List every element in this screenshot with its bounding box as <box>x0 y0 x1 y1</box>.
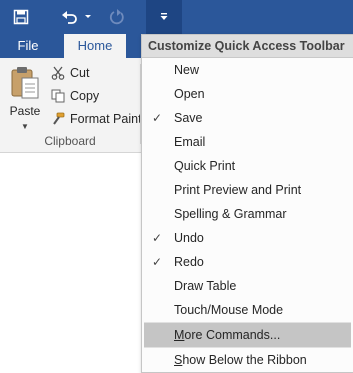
menu-item-label: Draw Table <box>174 279 237 293</box>
menu-item-show-below-ribbon[interactable]: Show Below the Ribbon <box>142 348 353 372</box>
check-icon: ✓ <box>152 255 163 269</box>
redo-icon <box>108 8 126 26</box>
menu-item-more-commands[interactable]: More Commands... <box>144 323 351 347</box>
undo-button[interactable] <box>58 0 82 34</box>
save-button[interactable] <box>6 0 36 34</box>
menu-item-accelerator: M <box>174 328 185 342</box>
copy-icon <box>50 88 66 104</box>
customize-qat-menu: Customize Quick Access Toolbar New Open … <box>141 34 353 373</box>
save-icon <box>13 9 29 25</box>
menu-item-label: Quick Print <box>174 159 236 173</box>
menu-item-label: Save <box>174 111 203 125</box>
menu-item-undo[interactable]: ✓ Undo <box>142 226 353 250</box>
menu-item-label: Spelling & Grammar <box>174 207 287 221</box>
menu-item-quick-print[interactable]: Quick Print <box>142 154 353 178</box>
menu-item-spelling-grammar[interactable]: Spelling & Grammar <box>142 202 353 226</box>
menu-item-new[interactable]: New <box>142 58 353 82</box>
customize-qat-icon <box>159 12 169 22</box>
cut-label: Cut <box>70 66 90 80</box>
chevron-down-icon[interactable]: ▼ <box>6 122 44 131</box>
menu-header: Customize Quick Access Toolbar <box>142 35 353 58</box>
menu-item-label: how Below the Ribbon <box>182 353 307 367</box>
copy-button[interactable]: Copy <box>50 85 99 107</box>
undo-dropdown-button[interactable] <box>82 0 94 34</box>
menu-item-print-preview[interactable]: Print Preview and Print <box>142 178 353 202</box>
title-bar <box>0 0 353 34</box>
check-icon: ✓ <box>152 111 163 125</box>
paste-button[interactable]: Paste ▼ <box>6 62 44 142</box>
chevron-down-icon <box>84 14 92 20</box>
cut-button[interactable]: Cut <box>50 62 89 84</box>
paste-label: Paste <box>9 104 41 118</box>
menu-item-save[interactable]: ✓ Save <box>142 106 353 130</box>
undo-icon <box>61 9 79 25</box>
copy-label: Copy <box>70 89 100 103</box>
menu-item-open[interactable]: Open <box>142 82 353 106</box>
menu-item-label: Print Preview and Print <box>174 183 302 197</box>
menu-item-draw-table[interactable]: Draw Table <box>142 274 353 298</box>
menu-item-label: Undo <box>174 231 204 245</box>
menu-item-email[interactable]: Email <box>142 130 353 154</box>
format-painter-label: Format Painte <box>70 112 149 126</box>
format-painter-button[interactable]: Format Painte <box>50 108 149 130</box>
format-painter-icon <box>50 111 66 127</box>
tab-file[interactable]: File <box>0 34 56 58</box>
customize-qat-button[interactable] <box>146 0 182 34</box>
menu-item-touch-mouse-mode[interactable]: Touch/Mouse Mode <box>142 298 353 322</box>
menu-item-label: Redo <box>174 255 204 269</box>
menu-item-label: Email <box>174 135 206 149</box>
check-icon: ✓ <box>152 231 163 245</box>
menu-item-label: New <box>174 63 200 77</box>
menu-item-label: Open <box>174 87 205 101</box>
scissors-icon <box>50 65 66 81</box>
menu-item-label: Touch/Mouse Mode <box>174 303 284 317</box>
clipboard-group-label: Clipboard <box>44 134 96 148</box>
clipboard-paste-icon <box>10 66 40 105</box>
tab-home[interactable]: Home <box>64 34 126 59</box>
redo-button[interactable] <box>104 0 130 34</box>
menu-item-label: ore Commands... <box>184 328 281 342</box>
menu-item-redo[interactable]: ✓ Redo <box>142 250 353 274</box>
